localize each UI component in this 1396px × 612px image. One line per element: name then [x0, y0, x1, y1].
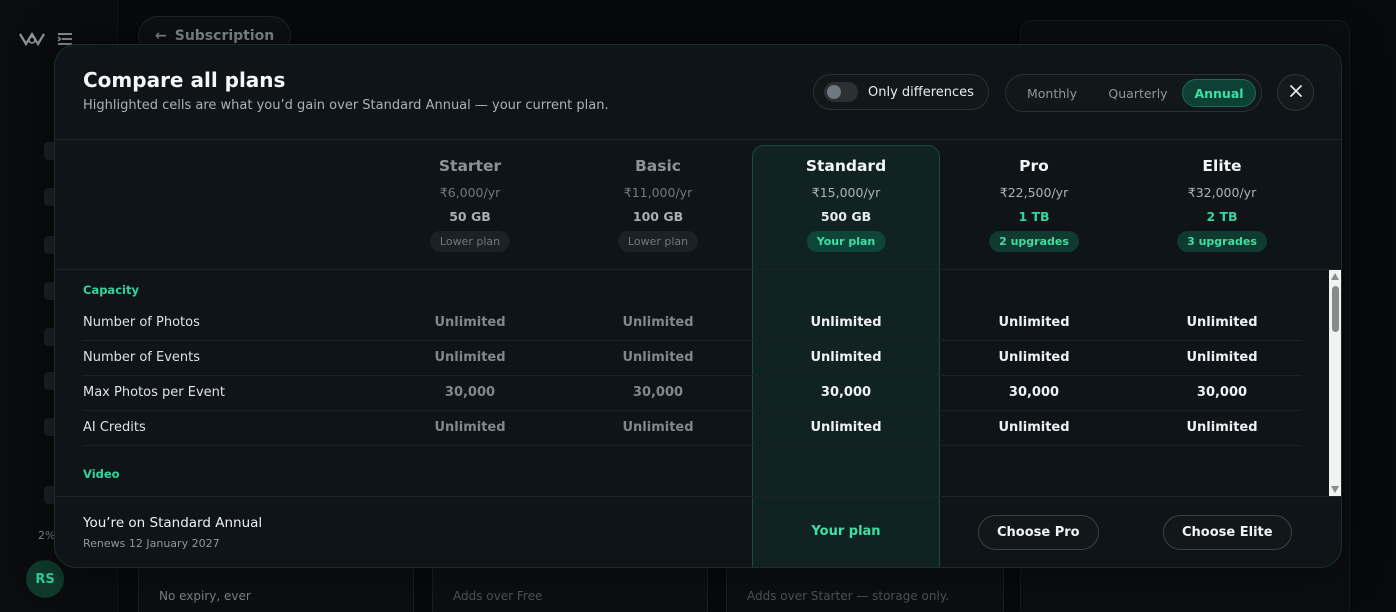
plan-name: Basic	[634, 157, 681, 175]
cell-starter: Unlimited	[434, 350, 506, 365]
cell-pro: Unlimited	[998, 420, 1070, 435]
toggle-label: Only differences	[868, 84, 974, 100]
plan-storage: 2 TB	[1206, 209, 1238, 224]
plan-name: Elite	[1202, 157, 1242, 175]
period-monthly[interactable]: Monthly	[1010, 79, 1094, 107]
cell-starter: Unlimited	[434, 315, 506, 330]
upgrades-badge: 3 upgrades	[1177, 231, 1267, 252]
toggle-knob	[827, 85, 841, 99]
upgrades-badge: 2 upgrades	[989, 231, 1079, 252]
modal-footer: You’re on Standard Annual Renews 12 Janu…	[55, 496, 1341, 567]
section-label-video: Video	[83, 467, 120, 481]
cell-elite: Unlimited	[1186, 315, 1258, 330]
period-annual[interactable]: Annual	[1182, 79, 1256, 107]
close-icon	[1289, 82, 1303, 103]
table-row: AI Credits Unlimited Unlimited Unlimited…	[83, 411, 1301, 446]
feature-label: Number of Photos	[83, 315, 200, 330]
plan-badge: Lower plan	[429, 231, 511, 252]
card-text: Adds over Free	[453, 589, 543, 603]
cell-elite: 30,000	[1196, 385, 1248, 400]
feature-label: Max Photos per Event	[83, 385, 225, 400]
table-row: Number of Photos Unlimited Unlimited Unl…	[83, 306, 1301, 341]
feature-label: AI Credits	[83, 420, 146, 435]
plan-price: ₹32,000/yr	[1187, 185, 1257, 200]
plan-storage: 100 GB	[632, 209, 684, 224]
cell-basic: Unlimited	[622, 420, 694, 435]
close-button[interactable]	[1277, 74, 1314, 111]
modal-header: Compare all plans Highlighted cells are …	[55, 45, 1341, 140]
cell-elite: Unlimited	[1186, 350, 1258, 365]
modal-subtitle: Highlighted cells are what you’d gain ov…	[83, 98, 609, 113]
plan-column-starter: Starter ₹6,000/yr 50 GB Lower plan	[376, 140, 564, 270]
modal-title: Compare all plans	[83, 68, 286, 92]
plan-badge: Lower plan	[617, 231, 699, 252]
cell-basic: Unlimited	[622, 350, 694, 365]
plan-name: Pro	[1019, 157, 1049, 175]
plan-storage: 500 GB	[820, 209, 872, 224]
comparison-table[interactable]: Capacity Number of Photos Unlimited Unli…	[55, 270, 1327, 496]
renewal-date: Renews 12 January 2027	[83, 537, 220, 550]
cell-basic: Unlimited	[622, 315, 694, 330]
cell-starter: Unlimited	[434, 420, 506, 435]
plan-price: ₹22,500/yr	[999, 185, 1069, 200]
plan-column-standard: Standard ₹15,000/yr 500 GB Your plan	[752, 140, 940, 270]
cell-standard: Unlimited	[810, 350, 882, 365]
only-differences-toggle[interactable]: Only differences	[813, 74, 989, 110]
feature-label: Number of Events	[83, 350, 201, 365]
plan-storage: 1 TB	[1018, 209, 1050, 224]
cell-pro: Unlimited	[998, 315, 1070, 330]
plan-column-pro: Pro ₹22,500/yr 1 TB 2 upgrades	[940, 140, 1128, 270]
back-label: Subscription	[174, 28, 275, 44]
scroll-up-icon[interactable]	[1331, 273, 1339, 280]
scroll-thumb[interactable]	[1332, 286, 1339, 332]
table-scrollbar[interactable]	[1329, 270, 1341, 496]
card-text: Adds over Starter — storage only.	[747, 589, 950, 603]
scroll-down-icon[interactable]	[1331, 486, 1339, 493]
cell-standard: Unlimited	[810, 420, 882, 435]
cell-basic: 30,000	[632, 385, 684, 400]
your-plan-label: Your plan	[811, 524, 881, 539]
period-quarterly[interactable]: Quarterly	[1094, 79, 1182, 107]
section-label-capacity: Capacity	[83, 283, 139, 297]
plan-name: Standard	[805, 157, 887, 175]
plan-storage: 50 GB	[449, 209, 491, 224]
choose-pro-button[interactable]: Choose Pro	[978, 515, 1099, 550]
toggle-switch[interactable]	[824, 82, 858, 102]
your-plan-badge: Your plan	[806, 231, 886, 252]
cell-elite: Unlimited	[1186, 420, 1258, 435]
billing-period-selector: Monthly Quarterly Annual	[1005, 74, 1262, 112]
storage-percent: 2%	[38, 529, 56, 542]
cell-pro: 30,000	[1008, 385, 1060, 400]
compare-plans-modal: Compare all plans Highlighted cells are …	[54, 44, 1342, 568]
plan-column-basic: Basic ₹11,000/yr 100 GB Lower plan	[564, 140, 752, 270]
current-plan-title: You’re on Standard Annual	[83, 515, 263, 531]
card-text: No expiry, ever	[159, 589, 251, 603]
table-row: Number of Events Unlimited Unlimited Unl…	[83, 341, 1301, 376]
plan-price: ₹15,000/yr	[811, 185, 881, 200]
cell-standard: 30,000	[820, 385, 872, 400]
plan-column-elite: Elite ₹32,000/yr 2 TB 3 upgrades	[1128, 140, 1316, 270]
logo-icon	[18, 30, 45, 48]
table-row: Max Photos per Event 30,000 30,000 30,00…	[83, 376, 1301, 411]
plan-price: ₹11,000/yr	[623, 185, 693, 200]
choose-elite-button[interactable]: Choose Elite	[1163, 515, 1292, 550]
plan-price: ₹6,000/yr	[439, 185, 501, 200]
plan-name: Starter	[438, 157, 502, 175]
arrow-left-icon: ←	[155, 28, 167, 44]
cell-standard: Unlimited	[810, 315, 882, 330]
cell-starter: 30,000	[444, 385, 496, 400]
cell-pro: Unlimited	[998, 350, 1070, 365]
